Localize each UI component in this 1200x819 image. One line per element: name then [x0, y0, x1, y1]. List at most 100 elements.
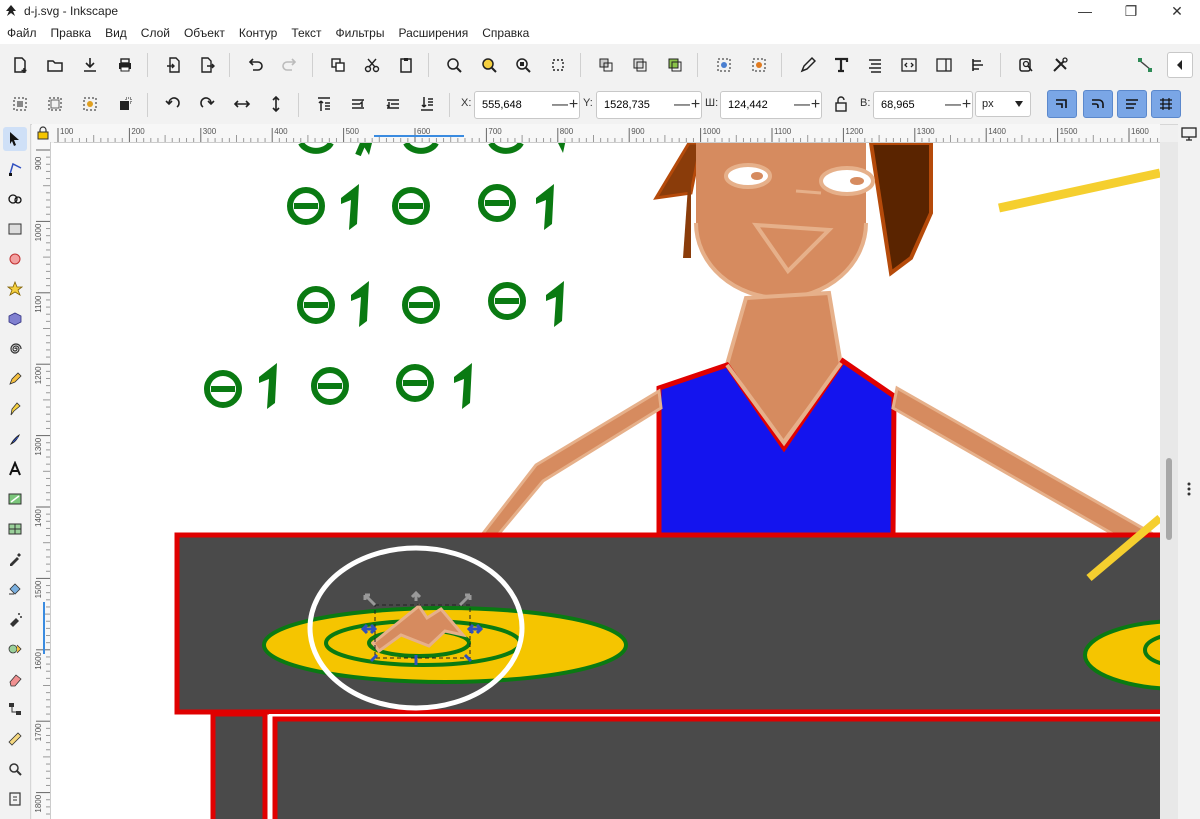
width-field[interactable]: — +: [720, 91, 822, 119]
group-button[interactable]: [711, 52, 737, 78]
spiral-tool[interactable]: [3, 337, 27, 361]
y-field[interactable]: — +: [596, 91, 702, 119]
menu-edit[interactable]: Правка: [44, 22, 99, 44]
more-options-icon[interactable]: [1186, 481, 1192, 497]
zoom-drawing-button[interactable]: [476, 52, 502, 78]
clone-button[interactable]: [627, 52, 653, 78]
lower-to-bottom-button[interactable]: [414, 91, 440, 117]
paste-button[interactable]: [393, 52, 419, 78]
vertical-scrollbar[interactable]: [1160, 142, 1178, 819]
pencil-tool[interactable]: [3, 367, 27, 391]
x-decrement-button[interactable]: —: [552, 96, 568, 114]
lpe-tool[interactable]: [3, 637, 27, 661]
cut-button[interactable]: [359, 52, 385, 78]
spray-tool[interactable]: [3, 607, 27, 631]
ellipse-tool[interactable]: [3, 247, 27, 271]
preferences-button[interactable]: [1047, 52, 1073, 78]
menu-layer[interactable]: Слой: [134, 22, 177, 44]
undo-button[interactable]: [242, 52, 268, 78]
objects-button[interactable]: [965, 52, 991, 78]
redo-button[interactable]: [277, 52, 303, 78]
fill-stroke-button[interactable]: [794, 52, 820, 78]
unit-select[interactable]: px: [975, 91, 1031, 117]
scale-corners-toggle[interactable]: [1083, 90, 1113, 118]
height-increment-button[interactable]: +: [961, 96, 972, 114]
eraser-tool[interactable]: [3, 667, 27, 691]
raise-button[interactable]: [345, 91, 371, 117]
height-field[interactable]: — +: [873, 91, 973, 119]
restore-button[interactable]: ❐: [1108, 0, 1154, 22]
print-button[interactable]: [112, 52, 138, 78]
import-button[interactable]: [161, 52, 187, 78]
y-increment-button[interactable]: +: [690, 96, 701, 114]
connector-tool[interactable]: [3, 697, 27, 721]
paint-bucket-tool[interactable]: [3, 577, 27, 601]
3d-box-tool[interactable]: [3, 307, 27, 331]
rotate-cw-button[interactable]: [194, 91, 220, 117]
node-tool[interactable]: [3, 157, 27, 181]
x-field[interactable]: — +: [474, 91, 580, 119]
y-decrement-button[interactable]: —: [674, 96, 690, 114]
star-tool[interactable]: [3, 277, 27, 301]
invert-selection-button[interactable]: [77, 91, 103, 117]
unlink-clone-button[interactable]: [662, 52, 688, 78]
menu-view[interactable]: Вид: [98, 22, 134, 44]
find-replace-button[interactable]: [1013, 52, 1039, 78]
align-distribute-button[interactable]: [862, 52, 888, 78]
select-all-button[interactable]: [7, 91, 33, 117]
save-button[interactable]: [77, 52, 103, 78]
x-increment-button[interactable]: +: [568, 96, 579, 114]
dropper-tool[interactable]: [3, 547, 27, 571]
zoom-selection-button[interactable]: [441, 52, 467, 78]
close-button[interactable]: ✕: [1154, 0, 1200, 22]
snap-toggle-button[interactable]: [1132, 52, 1158, 78]
menu-text[interactable]: Текст: [284, 22, 328, 44]
x-input[interactable]: [480, 98, 552, 112]
duplicate-button[interactable]: [593, 52, 619, 78]
collapse-panel-button[interactable]: [1167, 52, 1193, 78]
menu-filters[interactable]: Фильтры: [329, 22, 392, 44]
rectangle-tool[interactable]: [3, 217, 27, 241]
tweak-tool[interactable]: [3, 187, 27, 211]
vertical-ruler[interactable]: 900 1000 1100 1200 1300 1400 1500 1600 1700 1800: [32, 142, 51, 819]
select-all-layers-button[interactable]: [42, 91, 68, 117]
mesh-tool[interactable]: [3, 517, 27, 541]
calligraphy-tool[interactable]: [3, 427, 27, 451]
menu-file[interactable]: Файл: [0, 22, 44, 44]
display-mode-icon[interactable]: [1180, 126, 1198, 142]
ungroup-button[interactable]: [746, 52, 772, 78]
height-decrement-button[interactable]: —: [945, 96, 961, 114]
zoom-page-button[interactable]: [510, 52, 536, 78]
pen-tool[interactable]: [3, 397, 27, 421]
menu-extensions[interactable]: Расширения: [391, 22, 475, 44]
width-decrement-button[interactable]: —: [794, 96, 810, 114]
lock-ratio-button[interactable]: [830, 92, 852, 116]
height-input[interactable]: [879, 98, 945, 112]
selector-tool[interactable]: [3, 127, 27, 151]
zoom-page-width-button[interactable]: [545, 52, 571, 78]
raise-to-top-button[interactable]: [311, 91, 337, 117]
scrollbar-thumb[interactable]: [1166, 458, 1172, 540]
menu-help[interactable]: Справка: [475, 22, 536, 44]
width-increment-button[interactable]: +: [810, 96, 821, 114]
flip-vertical-button[interactable]: [263, 91, 289, 117]
gradient-tool[interactable]: [3, 487, 27, 511]
copy-button[interactable]: [325, 52, 351, 78]
measure-tool[interactable]: [3, 727, 27, 751]
export-button[interactable]: [194, 52, 220, 78]
flip-horizontal-button[interactable]: [229, 91, 255, 117]
drawing-canvas[interactable]: [51, 143, 1160, 819]
rotate-ccw-button[interactable]: [160, 91, 186, 117]
pages-tool[interactable]: [3, 787, 27, 811]
new-document-button[interactable]: [7, 52, 33, 78]
zoom-tool[interactable]: [3, 757, 27, 781]
move-gradients-toggle[interactable]: [1117, 90, 1147, 118]
text-tool[interactable]: [3, 457, 27, 481]
xml-editor-button[interactable]: [896, 52, 922, 78]
lower-button[interactable]: [380, 91, 406, 117]
layers-button[interactable]: [931, 52, 957, 78]
menu-object[interactable]: Объект: [177, 22, 232, 44]
deselect-button[interactable]: [112, 91, 138, 117]
horizontal-ruler[interactable]: 100 200 300 400 500 600 700 800 900 1000 1100 1200 1…: [54, 124, 1160, 143]
text-font-button[interactable]: [828, 52, 854, 78]
